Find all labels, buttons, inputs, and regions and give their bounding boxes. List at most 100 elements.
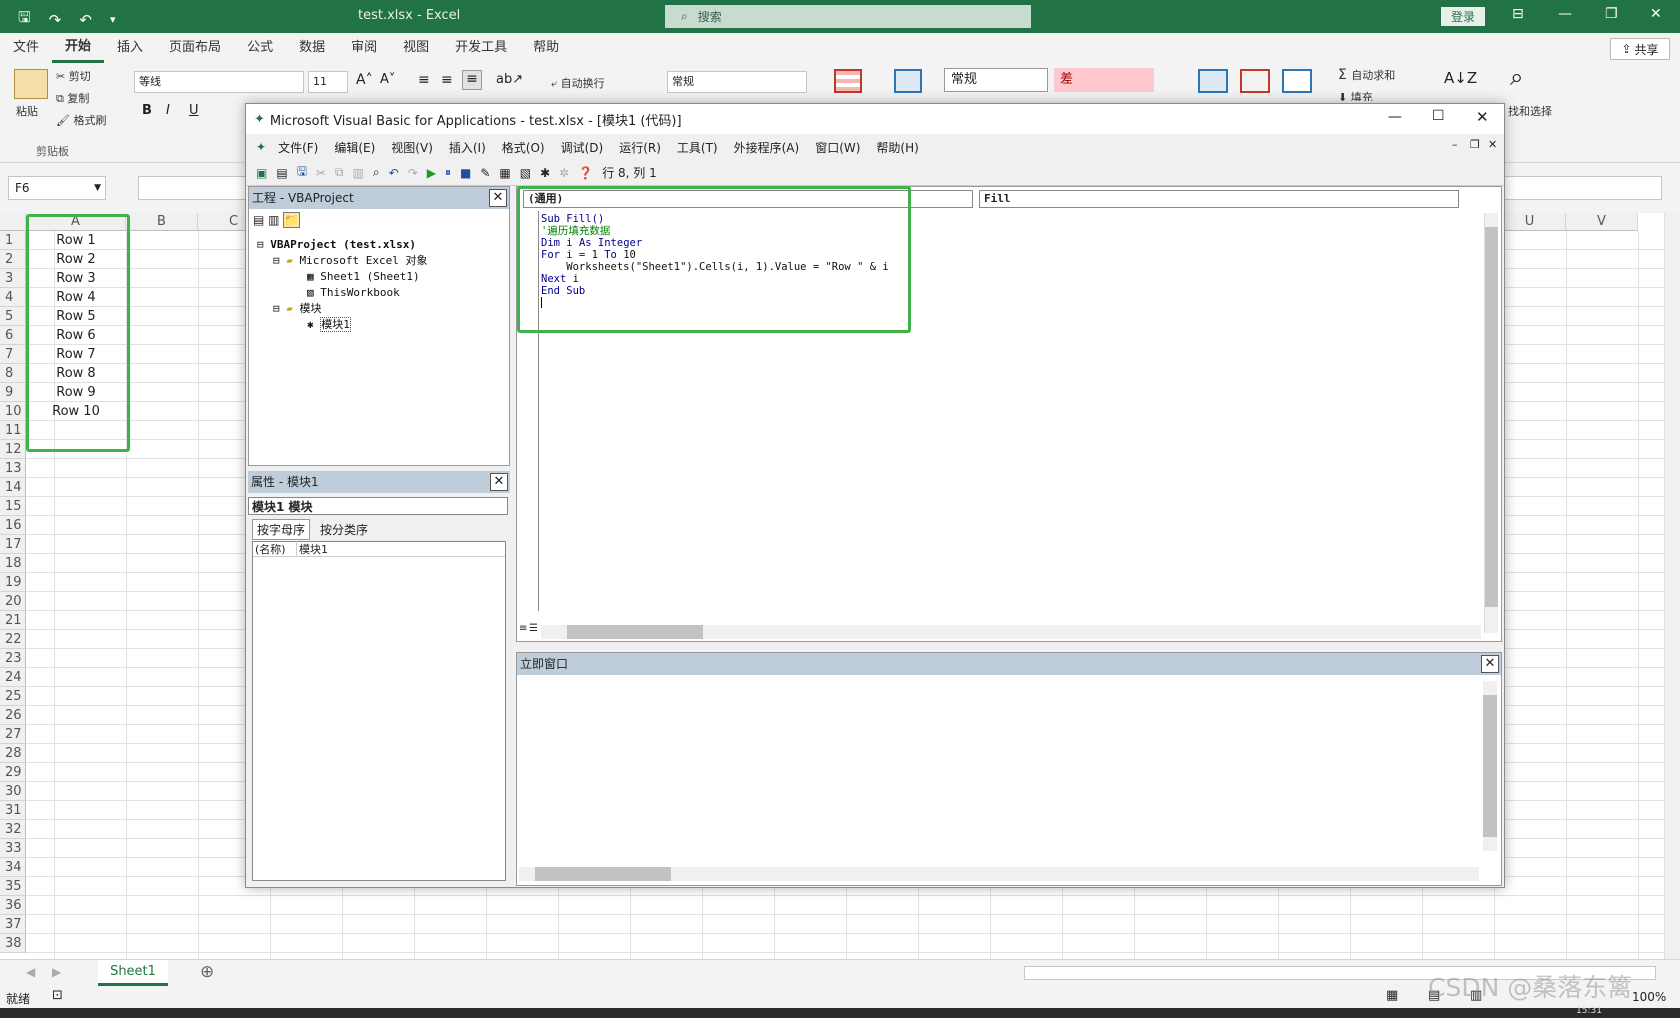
- vba-menu-view[interactable]: 视图(V): [383, 139, 441, 156]
- tab-help[interactable]: 帮助: [520, 33, 572, 63]
- number-format-select[interactable]: 常规: [667, 71, 807, 93]
- restore-icon[interactable]: ❐: [1605, 6, 1618, 22]
- paste-button[interactable]: 粘贴: [16, 103, 38, 119]
- shrink-font-icon[interactable]: A˅: [380, 72, 395, 87]
- next-sheet-icon[interactable]: ▶: [52, 965, 61, 979]
- row-header[interactable]: 30: [0, 782, 26, 801]
- properties-close-icon[interactable]: ✕: [490, 473, 508, 491]
- vba-copy-icon[interactable]: ⧉: [335, 165, 344, 180]
- row-header[interactable]: 14: [0, 478, 26, 497]
- orientation-icon[interactable]: ab↗: [496, 72, 523, 87]
- view-object-icon[interactable]: ▥: [268, 213, 279, 227]
- row-header[interactable]: 10: [0, 402, 26, 421]
- immediate-vscroll-thumb[interactable]: [1483, 695, 1497, 837]
- autosum-button[interactable]: Σ 自动求和: [1338, 67, 1395, 83]
- row-header[interactable]: 26: [0, 706, 26, 725]
- save-icon[interactable]: 🖫: [18, 7, 31, 32]
- child-restore-icon[interactable]: ❐: [1470, 138, 1480, 151]
- properties-object-select[interactable]: 模块1 模块: [248, 497, 508, 515]
- row-header[interactable]: 20: [0, 592, 26, 611]
- row-header[interactable]: 22: [0, 630, 26, 649]
- vba-menu-insert[interactable]: 插入(I): [441, 139, 494, 156]
- row-header[interactable]: 23: [0, 649, 26, 668]
- delete-cells-icon[interactable]: [1240, 69, 1270, 93]
- wrap-text-button[interactable]: ⤶ 自动换行: [551, 75, 605, 91]
- align-bottom-icon[interactable]: ≡: [462, 70, 482, 90]
- tab-home[interactable]: 开始: [52, 33, 105, 63]
- row-header[interactable]: 13: [0, 459, 26, 478]
- add-sheet-icon[interactable]: ⊕: [200, 962, 214, 982]
- vba-menu-file[interactable]: 文件(F): [270, 139, 326, 156]
- tab-file[interactable]: 文件: [0, 33, 52, 63]
- fill-button[interactable]: ⬇ 填充: [1338, 89, 1373, 101]
- code-vscroll-thumb[interactable]: [1485, 227, 1498, 607]
- object-browser-icon[interactable]: ✱: [540, 166, 550, 180]
- tree-module1[interactable]: ✱ 模块1: [257, 317, 427, 333]
- vba-menu-window[interactable]: 窗口(W): [807, 139, 868, 156]
- conditional-format-icon[interactable]: [834, 69, 862, 93]
- tab-review[interactable]: 审阅: [338, 33, 390, 63]
- row-header[interactable]: 27: [0, 725, 26, 744]
- code-hscroll-thumb[interactable]: [567, 625, 703, 639]
- toggle-folders-icon[interactable]: 📁: [283, 212, 301, 228]
- undo-icon[interactable]: ↶: [79, 11, 92, 29]
- property-row-name[interactable]: (名称) 模块1: [253, 541, 505, 557]
- tab-alphabetic[interactable]: 按字母序: [252, 519, 311, 540]
- sheet-vertical-scrollbar[interactable]: [1664, 213, 1680, 959]
- find-select-label[interactable]: 找和选择: [1508, 103, 1552, 119]
- zoom-level[interactable]: 100%: [1632, 990, 1666, 1004]
- design-mode-icon[interactable]: ✎: [480, 166, 490, 180]
- vba-minimize-icon[interactable]: —: [1388, 109, 1402, 125]
- normal-view-icon[interactable]: ▦: [1386, 988, 1398, 1003]
- project-close-icon[interactable]: ✕: [489, 189, 507, 207]
- properties-window[interactable]: 属性 - 模块1 ✕ 模块1 模块 按字母序 按分类序 (名称) 模块1: [248, 471, 510, 886]
- row-header[interactable]: 18: [0, 554, 26, 573]
- run-icon[interactable]: ▶: [427, 166, 436, 180]
- row-header[interactable]: 21: [0, 611, 26, 630]
- vba-undo-icon[interactable]: ↶: [389, 166, 399, 180]
- row-header[interactable]: 31: [0, 801, 26, 820]
- immediate-hscroll-thumb[interactable]: [535, 867, 671, 881]
- login-button[interactable]: 登录: [1441, 7, 1485, 26]
- tab-data[interactable]: 数据: [286, 33, 338, 63]
- row-header[interactable]: 24: [0, 668, 26, 687]
- minimize-icon[interactable]: —: [1558, 6, 1572, 22]
- row-header[interactable]: 3: [0, 269, 26, 288]
- row-header[interactable]: 32: [0, 820, 26, 839]
- row-header[interactable]: 17: [0, 535, 26, 554]
- row-header[interactable]: 35: [0, 877, 26, 896]
- row-header[interactable]: 19: [0, 573, 26, 592]
- row-header[interactable]: 25: [0, 687, 26, 706]
- procedure-combo[interactable]: Fill: [979, 190, 1459, 208]
- underline-icon[interactable]: U: [189, 103, 199, 118]
- vba-menu-tools[interactable]: 工具(T): [669, 139, 726, 156]
- immediate-hscrollbar[interactable]: [519, 867, 1479, 881]
- insert-cells-icon[interactable]: [1198, 69, 1228, 93]
- vba-help-icon[interactable]: ❓: [578, 166, 593, 180]
- row-header[interactable]: 11: [0, 421, 26, 440]
- insert-module-icon[interactable]: ▤: [276, 166, 287, 180]
- view-code-icon[interactable]: ▤: [253, 213, 264, 227]
- row-header[interactable]: 38: [0, 934, 26, 953]
- code-vertical-scrollbar[interactable]: [1484, 213, 1498, 633]
- style-normal[interactable]: 常规: [944, 68, 1048, 92]
- prev-sheet-icon[interactable]: ◀: [26, 965, 35, 979]
- row-header[interactable]: 2: [0, 250, 26, 269]
- vba-maximize-icon[interactable]: ☐: [1432, 108, 1445, 124]
- view-excel-icon[interactable]: ▣: [256, 166, 267, 180]
- italic-icon[interactable]: I: [166, 103, 170, 118]
- format-cells-icon[interactable]: [1282, 69, 1312, 93]
- vba-save-icon[interactable]: 🖫: [297, 162, 307, 183]
- tab-view[interactable]: 视图: [390, 33, 442, 63]
- share-button[interactable]: ⇪ 共享: [1610, 38, 1670, 60]
- bold-icon[interactable]: B: [142, 103, 152, 118]
- row-header[interactable]: 9: [0, 383, 26, 402]
- align-top-icon[interactable]: ≡: [418, 72, 430, 88]
- align-middle-icon[interactable]: ≡: [441, 72, 453, 88]
- vba-paste-icon[interactable]: ▥: [353, 166, 364, 180]
- reset-icon[interactable]: ■: [460, 166, 471, 180]
- tab-formulas[interactable]: 公式: [234, 33, 286, 63]
- vba-menu-edit[interactable]: 编辑(E): [326, 139, 383, 156]
- child-minimize-icon[interactable]: –: [1452, 138, 1458, 151]
- vba-close-icon[interactable]: ✕: [1476, 108, 1489, 126]
